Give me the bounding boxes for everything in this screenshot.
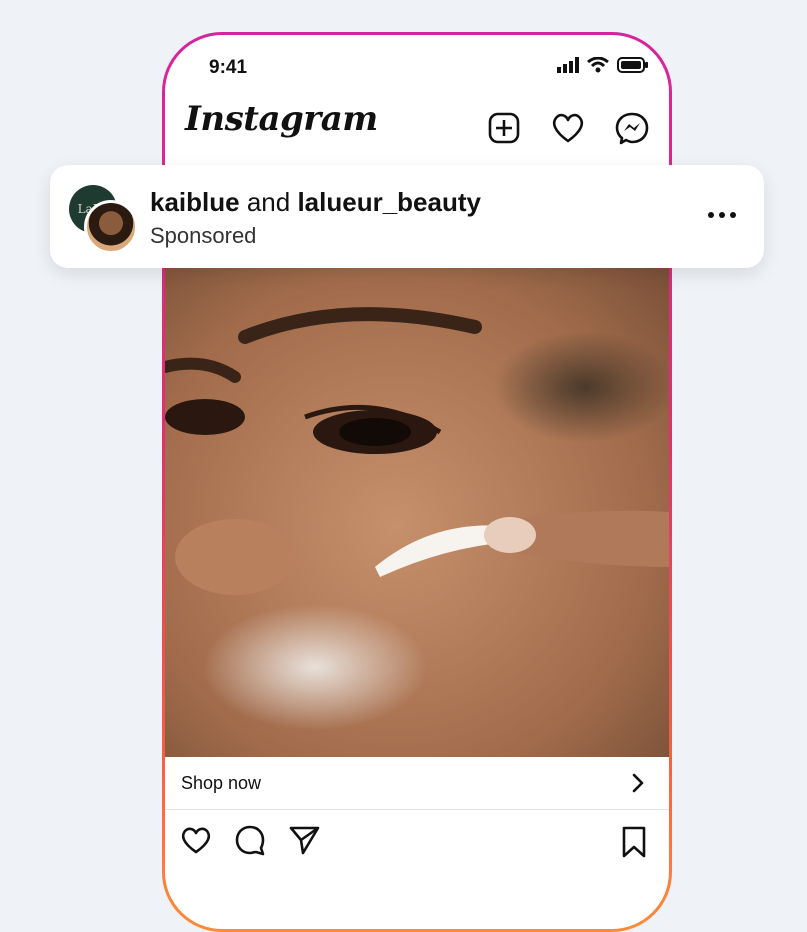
status-icons [557, 56, 649, 78]
battery-icon [617, 57, 649, 78]
bookmark-icon[interactable] [619, 825, 649, 859]
account-name-1[interactable]: kaiblue [150, 187, 240, 217]
shop-now-label: Shop now [181, 773, 262, 793]
app-title: Instagram [185, 99, 378, 139]
messenger-icon[interactable] [613, 109, 651, 147]
status-time: 9:41 [209, 57, 248, 78]
wifi-icon [587, 56, 609, 78]
post-header-card: LaLu kaiblue and lalueur_beauty Sponsore… [50, 165, 764, 268]
post-image[interactable] [165, 267, 669, 757]
like-icon[interactable] [179, 823, 213, 857]
post-photo-illustration [165, 307, 669, 595]
account-connector: and [246, 187, 291, 217]
header-actions [485, 109, 651, 147]
comment-icon[interactable] [233, 823, 267, 857]
more-icon[interactable] [706, 205, 738, 225]
signal-icon [557, 57, 579, 78]
chevron-right-icon [627, 771, 649, 795]
share-icon[interactable] [287, 823, 321, 857]
heart-icon[interactable] [549, 109, 587, 147]
post-actions [179, 823, 321, 857]
new-post-icon[interactable] [485, 109, 523, 147]
sponsored-label: Sponsored [150, 223, 257, 248]
creator-avatar[interactable] [84, 200, 138, 254]
account-name-2[interactable]: lalueur_beauty [297, 187, 481, 217]
shop-now-bar[interactable]: Shop now [165, 757, 669, 810]
post-accounts: kaiblue and lalueur_beauty [150, 187, 481, 218]
